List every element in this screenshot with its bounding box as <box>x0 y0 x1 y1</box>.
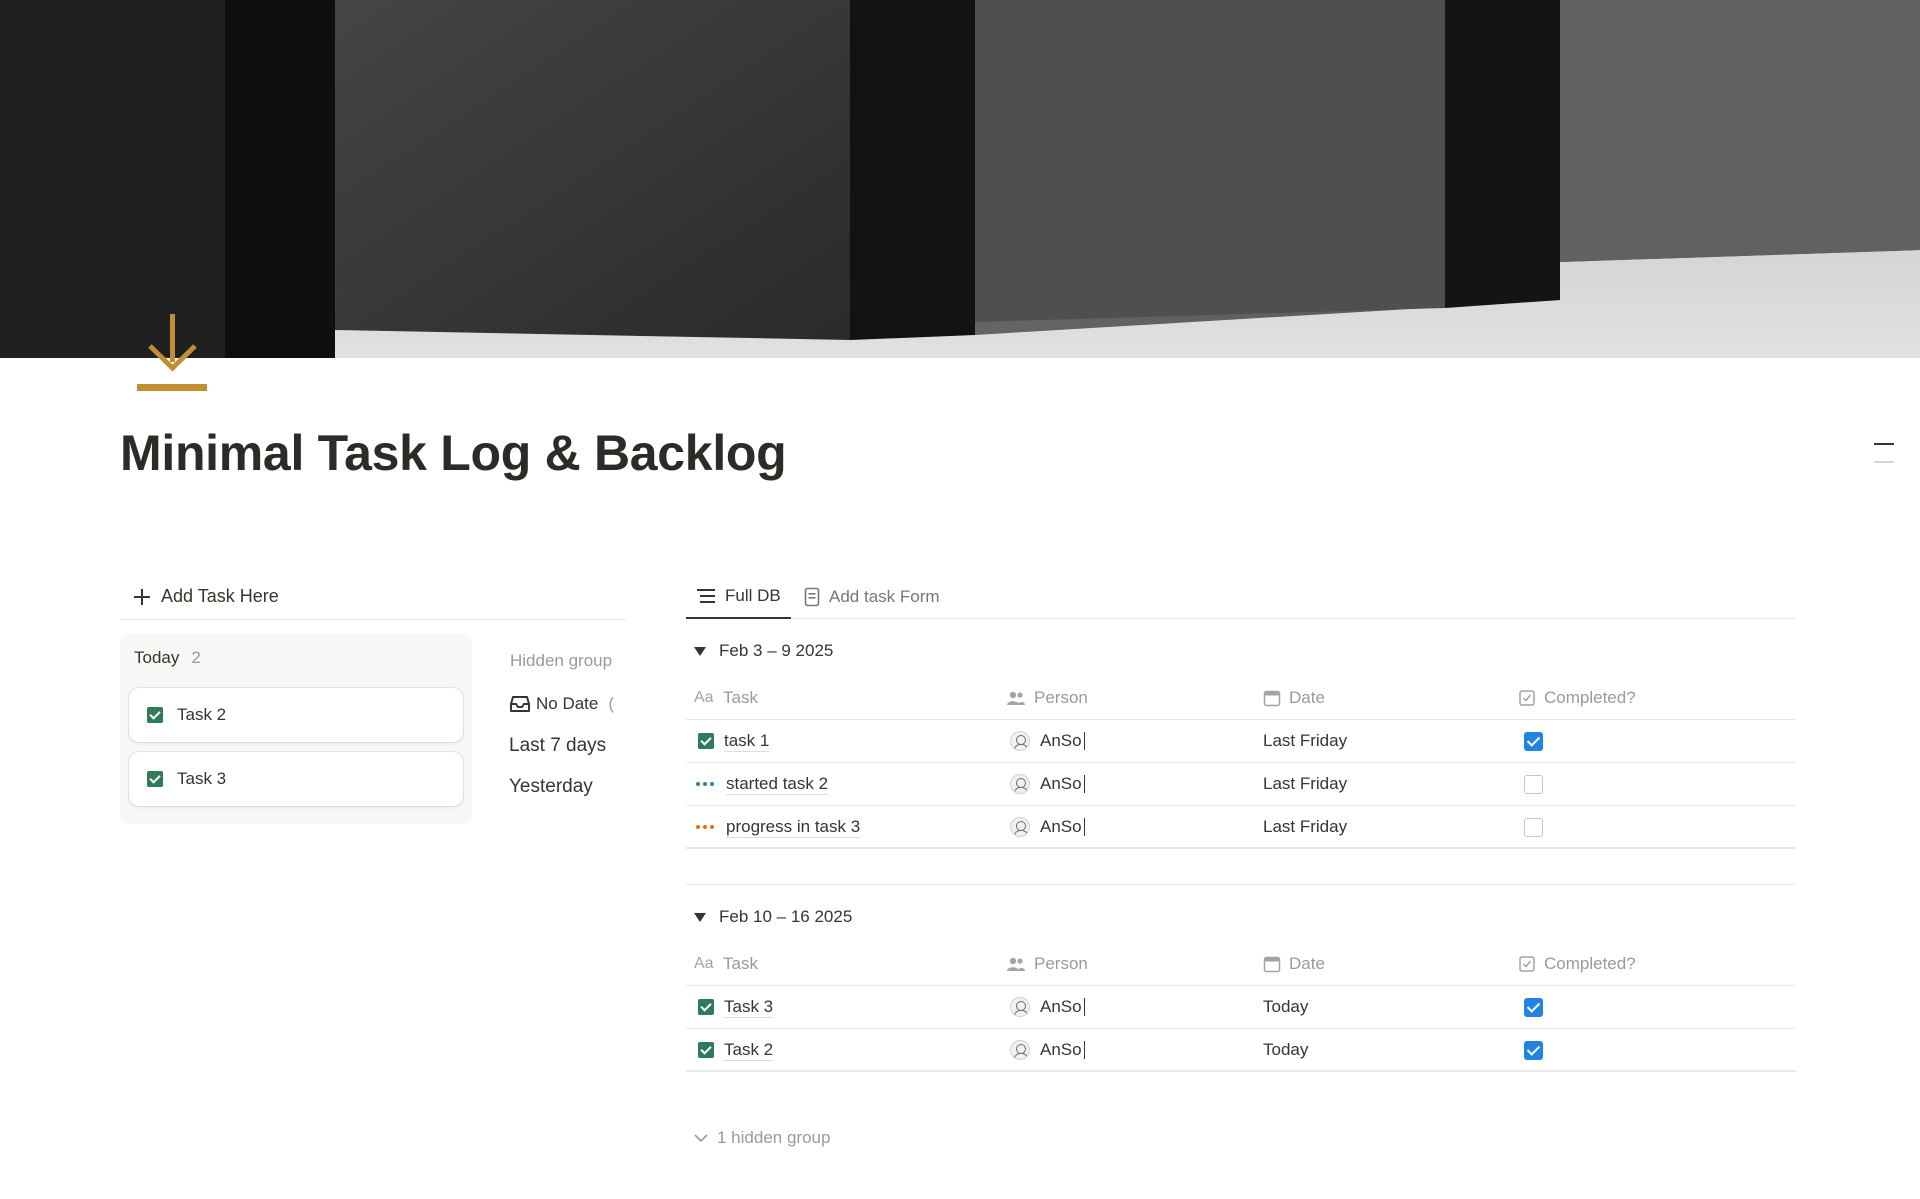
table: Aa Task Person Date <box>686 677 1796 849</box>
checkbox-property-icon <box>1519 690 1535 706</box>
avatar <box>1010 731 1030 751</box>
group-label: Feb 10 – 16 2025 <box>719 907 853 926</box>
add-task-button[interactable]: Add Task Here <box>120 574 626 620</box>
done-status-icon <box>698 1042 714 1058</box>
calendar-icon <box>1263 956 1281 973</box>
task-name[interactable]: task 1 <box>724 731 770 752</box>
chevron-down-icon <box>694 1134 708 1143</box>
completed-checkbox[interactable] <box>1524 817 1543 837</box>
task-name[interactable]: started task 2 <box>726 774 829 795</box>
table: Aa Task Person Date <box>686 943 1796 1072</box>
person-name[interactable]: AnSo <box>1040 997 1082 1017</box>
avatar <box>1010 997 1030 1017</box>
board-column-today: Today 2 Task 2 Task 3 <box>120 634 472 824</box>
completed-checkbox[interactable] <box>1524 1040 1543 1060</box>
text-property-icon: Aa <box>694 689 714 706</box>
progress-status-icon <box>696 819 716 835</box>
table-of-contents-icon[interactable] <box>1872 440 1896 468</box>
avatar <box>1010 774 1030 794</box>
column-header-task[interactable]: Aa Task <box>694 677 758 719</box>
people-icon <box>1007 957 1025 971</box>
hidden-group-yesterday[interactable]: Yesterday <box>509 776 593 798</box>
form-icon <box>804 587 820 606</box>
cover-image <box>0 0 1920 358</box>
card-title: Task 3 <box>177 769 227 788</box>
done-status-icon <box>147 771 163 787</box>
text-property-icon: Aa <box>694 955 714 972</box>
card-title: Task 2 <box>177 705 227 724</box>
tab-add-task-form[interactable]: Add task Form <box>804 574 940 619</box>
board-view: Today 2 Task 2 Task 3 Hidden group No Da… <box>120 634 626 834</box>
person-name[interactable]: AnSo <box>1040 731 1082 751</box>
inbox-icon <box>510 696 530 712</box>
column-header-date[interactable]: Date <box>1263 677 1325 719</box>
table-row[interactable]: Task 3 AnSo Today <box>686 986 1796 1029</box>
task-name[interactable]: Task 2 <box>724 1040 774 1061</box>
hidden-groups-header: Hidden group <box>510 651 613 670</box>
column-header-date[interactable]: Date <box>1263 943 1325 985</box>
list-view-icon <box>697 588 715 603</box>
hidden-group-last-7-days[interactable]: Last 7 days <box>509 735 606 757</box>
hidden-group-toggle[interactable]: 1 hidden group <box>693 1128 830 1148</box>
table-row[interactable]: started task 2 AnSo Last Friday <box>686 763 1796 806</box>
divider <box>686 884 1796 885</box>
completed-checkbox[interactable] <box>1524 997 1543 1017</box>
hidden-group-no-date[interactable]: No Date ( <box>510 694 614 714</box>
date-value[interactable]: Today <box>1263 997 1308 1017</box>
collapse-triangle-icon[interactable] <box>694 912 706 922</box>
table-header: Aa Task Person Date Completed? <box>686 677 1796 720</box>
table-row[interactable]: Task 2 AnSo Today <box>686 1029 1796 1072</box>
done-status-icon <box>698 999 714 1015</box>
calendar-icon <box>1263 690 1281 707</box>
group-label: Feb 3 – 9 2025 <box>719 641 834 660</box>
done-status-icon <box>147 707 163 723</box>
group-header[interactable]: Feb 10 – 16 2025 <box>694 907 852 927</box>
board-column-header[interactable]: Today 2 <box>134 648 201 668</box>
table-row[interactable]: task 1 AnSo Last Friday <box>686 720 1796 763</box>
plus-icon <box>132 587 152 607</box>
person-name[interactable]: AnSo <box>1040 1040 1082 1060</box>
date-value[interactable]: Last Friday <box>1263 817 1347 837</box>
date-value[interactable]: Today <box>1263 1040 1308 1060</box>
column-header-person[interactable]: Person <box>1006 677 1088 719</box>
page-title: Minimal Task Log & Backlog <box>120 425 787 481</box>
add-task-label: Add Task Here <box>161 586 279 606</box>
date-value[interactable]: Last Friday <box>1263 731 1347 751</box>
column-header-person[interactable]: Person <box>1006 943 1088 985</box>
hidden-group-label: 1 hidden group <box>717 1128 831 1147</box>
view-tabs: Full DB Add task Form <box>686 574 1796 619</box>
people-icon <box>1007 691 1025 705</box>
column-header-completed[interactable]: Completed? <box>1518 943 1636 985</box>
table-row[interactable]: progress in task 3 AnSo Last Friday <box>686 806 1796 849</box>
board-card[interactable]: Task 2 <box>129 688 463 742</box>
column-header-task[interactable]: Aa Task <box>694 943 758 985</box>
table-header: Aa Task Person Date Completed? <box>686 943 1796 986</box>
tab-full-db[interactable]: Full DB <box>686 574 791 619</box>
person-name[interactable]: AnSo <box>1040 774 1082 794</box>
board-card[interactable]: Task 3 <box>129 752 463 806</box>
in-progress-status-icon <box>696 776 716 792</box>
board-column-count: 2 <box>191 648 201 667</box>
task-name[interactable]: Task 3 <box>724 997 774 1018</box>
person-name[interactable]: AnSo <box>1040 817 1082 837</box>
avatar <box>1010 1040 1030 1060</box>
checkbox-property-icon <box>1519 956 1535 972</box>
completed-checkbox[interactable] <box>1524 774 1543 794</box>
avatar <box>1010 817 1030 837</box>
board-column-title: Today <box>134 648 180 667</box>
group-header[interactable]: Feb 3 – 9 2025 <box>694 641 833 661</box>
done-status-icon <box>698 733 714 749</box>
task-name[interactable]: progress in task 3 <box>726 817 861 838</box>
date-value[interactable]: Last Friday <box>1263 774 1347 794</box>
column-header-completed[interactable]: Completed? <box>1518 677 1636 719</box>
completed-checkbox[interactable] <box>1524 731 1543 751</box>
collapse-triangle-icon[interactable] <box>694 646 706 656</box>
download-arrow-icon[interactable] <box>132 310 212 394</box>
